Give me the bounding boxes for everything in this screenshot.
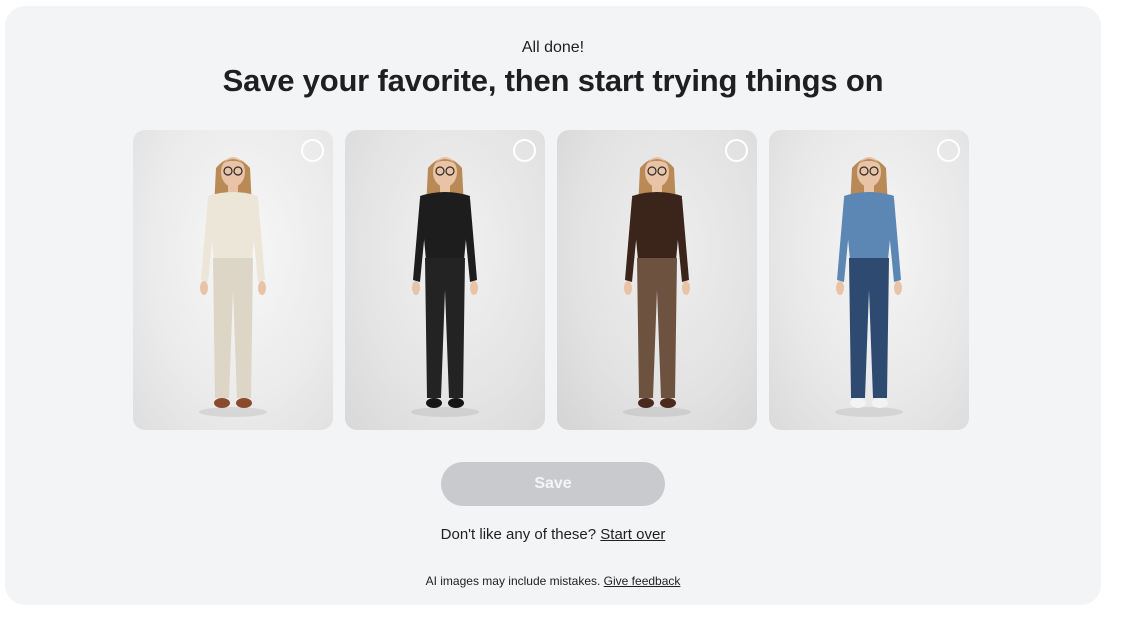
outfit-card-2[interactable] xyxy=(345,130,545,430)
page-title: Save your favorite, then start trying th… xyxy=(222,63,884,98)
outfit-image-2 xyxy=(411,157,479,417)
outfit-image-3 xyxy=(623,157,691,417)
outfit-image-1 xyxy=(199,157,267,417)
outfit-card-3[interactable] xyxy=(557,130,757,430)
ai-disclaimer: AI images may include mistakes. Give fee… xyxy=(5,574,1101,588)
start-over-link[interactable]: Start over xyxy=(600,526,665,543)
give-feedback-link[interactable]: Give feedback xyxy=(604,574,681,588)
select-radio-1[interactable] xyxy=(301,139,324,162)
save-button[interactable]: Save xyxy=(441,462,665,506)
outfit-card-4[interactable] xyxy=(769,130,969,430)
restart-prompt: Don't like any of these? xyxy=(440,526,597,543)
restart-row: Don't like any of these? Start over xyxy=(5,526,1101,543)
select-radio-2[interactable] xyxy=(513,139,536,162)
select-radio-3[interactable] xyxy=(725,139,748,162)
select-radio-4[interactable] xyxy=(937,139,960,162)
outfit-card-1[interactable] xyxy=(133,130,333,430)
results-panel: All done! Save your favorite, then start… xyxy=(5,6,1101,605)
outfit-image-4 xyxy=(835,157,903,417)
completion-label: All done! xyxy=(521,39,585,56)
outfit-grid xyxy=(133,130,969,430)
disclaimer-text: AI images may include mistakes. xyxy=(425,574,601,588)
